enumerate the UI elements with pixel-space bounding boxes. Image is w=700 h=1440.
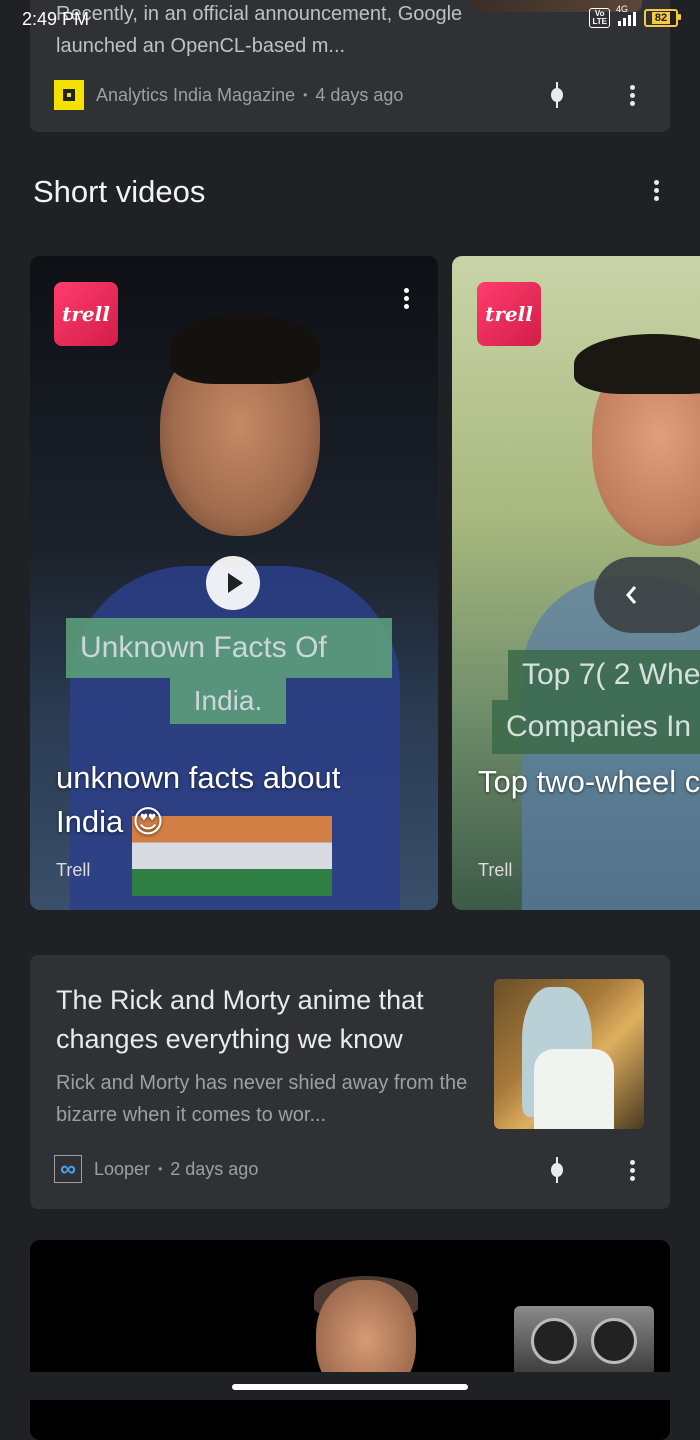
pin-icon[interactable] xyxy=(550,82,564,108)
status-time: 2:49 PM xyxy=(22,9,90,29)
carousel-previous-button[interactable] xyxy=(594,557,700,633)
article-source: Analytics India Magazine xyxy=(96,84,296,105)
article-source: Looper xyxy=(94,1158,151,1179)
more-vert-icon[interactable] xyxy=(396,288,416,309)
video-overlay-text: Top 7( 2 Whe xyxy=(508,650,700,700)
chevron-left-icon xyxy=(626,586,637,604)
section-more-button[interactable] xyxy=(646,180,666,201)
home-gesture-handle[interactable] xyxy=(232,1384,468,1390)
article-age: 4 days ago xyxy=(315,84,404,105)
gpu-image xyxy=(514,1306,654,1376)
trell-logo-icon: trell xyxy=(54,282,118,346)
article-headline: The Rick and Morty anime that changes ev… xyxy=(56,985,424,1054)
video-overlay-text: Unknown Facts Of xyxy=(66,618,392,678)
battery-icon: 82 xyxy=(644,9,681,27)
video-overlay-text: India. xyxy=(170,678,286,724)
status-bar: 2:49 PM Vo LTE 4G 82 xyxy=(0,0,700,36)
article-actions xyxy=(550,1157,642,1183)
trell-logo-icon: trell xyxy=(477,282,541,346)
more-vert-icon[interactable] xyxy=(622,1159,642,1181)
video-title: Top two-wheel companies in In xyxy=(478,764,700,799)
video-card[interactable]: trell Unknown Facts Of India. unknown fa… xyxy=(30,256,438,910)
looper-logo-icon: ∞ xyxy=(54,1155,82,1183)
news-card-rick-morty[interactable]: The Rick and Morty anime that changes ev… xyxy=(30,955,670,1209)
play-button[interactable] xyxy=(206,556,260,610)
article-thumbnail xyxy=(494,979,644,1129)
article-age: 2 days ago xyxy=(170,1158,259,1179)
video-title: unknown facts about India 😍 xyxy=(56,760,341,839)
more-vert-icon[interactable] xyxy=(646,180,666,201)
video-source: Trell xyxy=(56,860,91,880)
video-more-button[interactable] xyxy=(396,288,416,309)
status-icons: Vo LTE 4G 82 xyxy=(589,4,681,28)
pin-icon[interactable] xyxy=(550,1157,564,1183)
news-card-video[interactable] xyxy=(30,1240,670,1440)
article-snippet: Rick and Morty has never shied away from… xyxy=(56,1072,468,1126)
play-icon xyxy=(227,573,243,593)
article-source-row: ∞ Looper • 2 days ago xyxy=(54,1155,258,1183)
network-type: 4G xyxy=(616,4,629,14)
analytics-india-logo-icon xyxy=(54,80,84,110)
signal-icon: 4G xyxy=(616,4,636,26)
more-vert-icon[interactable] xyxy=(622,84,642,106)
section-title: Short videos xyxy=(33,174,206,209)
navigation-bar xyxy=(0,1372,700,1400)
video-overlay-text: Companies In xyxy=(492,700,700,754)
battery-level: 82 xyxy=(651,12,671,24)
article-actions xyxy=(550,82,642,108)
volte-icon: Vo LTE xyxy=(589,8,610,28)
video-source: Trell xyxy=(478,860,513,880)
article-source-row: Analytics India Magazine • 4 days ago xyxy=(54,80,403,110)
